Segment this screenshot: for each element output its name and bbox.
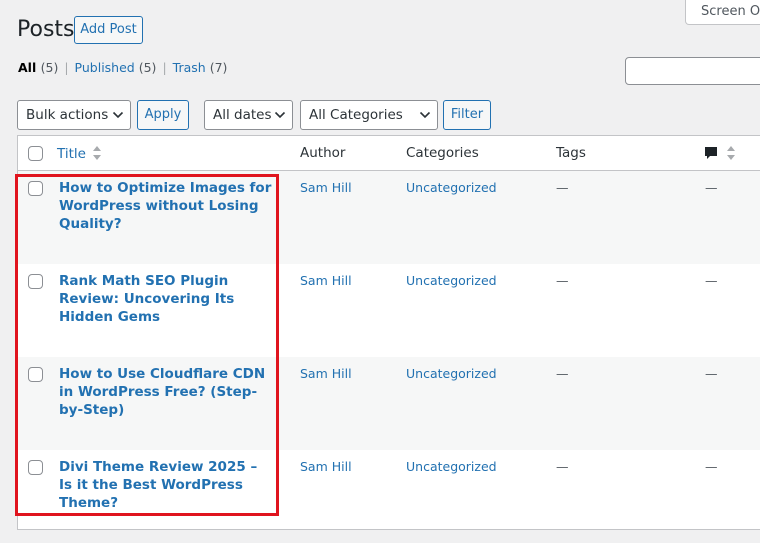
row-checkbox[interactable] [28, 460, 43, 475]
category-link[interactable]: Uncategorized [406, 179, 497, 197]
views-separator: | [162, 60, 167, 75]
sort-icon [93, 146, 102, 160]
categories-filter-select[interactable]: All Categories [300, 100, 438, 130]
filter-button[interactable]: Filter [443, 100, 491, 130]
posts-table: Title Author Categories Tags How to Opti… [17, 135, 760, 530]
tags-value: — [556, 366, 569, 381]
sort-icon [727, 146, 735, 160]
comments-value: — [705, 273, 718, 288]
view-published-link[interactable]: Published (5) [75, 60, 157, 75]
tags-value: — [556, 459, 569, 474]
post-status-views: All (5) | Published (5) | Trash (7) [18, 60, 227, 75]
table-row: Rank Math SEO Plugin Review: Uncovering … [18, 264, 760, 357]
views-separator: | [64, 60, 69, 75]
title-column-header[interactable]: Title [57, 145, 102, 162]
post-title-link[interactable]: How to Use Cloudflare CDN in WordPress F… [59, 365, 274, 419]
row-checkbox[interactable] [28, 181, 43, 196]
comments-column-header[interactable] [704, 145, 738, 163]
author-link[interactable]: Sam Hill [300, 272, 352, 290]
comments-value: — [705, 459, 718, 474]
table-row: Divi Theme Review 2025 – Is it the Best … [18, 450, 760, 543]
chevron-down-icon [112, 111, 124, 119]
category-link[interactable]: Uncategorized [406, 365, 497, 383]
row-checkbox[interactable] [28, 274, 43, 289]
dates-filter-select[interactable]: All dates [204, 100, 293, 130]
author-link[interactable]: Sam Hill [300, 179, 352, 197]
add-post-button[interactable]: Add Post [74, 16, 143, 44]
table-row: How to Optimize Images for WordPress wit… [18, 171, 760, 264]
post-title-link[interactable]: How to Optimize Images for WordPress wit… [59, 179, 274, 233]
select-all-checkbox[interactable] [28, 146, 43, 161]
page-title: Posts [17, 17, 75, 42]
row-checkbox[interactable] [28, 367, 43, 382]
table-header: Title Author Categories Tags [18, 136, 760, 171]
post-title-link[interactable]: Divi Theme Review 2025 – Is it the Best … [59, 458, 274, 512]
tags-column-header: Tags [556, 145, 586, 161]
author-column-header: Author [300, 145, 346, 161]
comments-value: — [705, 180, 718, 195]
author-link[interactable]: Sam Hill [300, 458, 352, 476]
table-row: How to Use Cloudflare CDN in WordPress F… [18, 357, 760, 450]
view-trash-link[interactable]: Trash (7) [173, 60, 228, 75]
view-all-link[interactable]: All (5) [18, 60, 58, 75]
author-link[interactable]: Sam Hill [300, 365, 352, 383]
comment-bubble-icon [705, 147, 717, 159]
search-posts-input[interactable] [625, 57, 760, 85]
chevron-down-icon [274, 111, 286, 119]
comments-value: — [705, 366, 718, 381]
apply-button[interactable]: Apply [137, 100, 189, 130]
tags-value: — [556, 180, 569, 195]
categories-column-header: Categories [406, 145, 479, 161]
bulk-actions-select[interactable]: Bulk actions [17, 100, 131, 130]
tags-value: — [556, 273, 569, 288]
chevron-down-icon [419, 111, 431, 119]
category-link[interactable]: Uncategorized [406, 458, 497, 476]
post-title-link[interactable]: Rank Math SEO Plugin Review: Uncovering … [59, 272, 274, 326]
category-link[interactable]: Uncategorized [406, 272, 497, 290]
screen-options-tab[interactable]: Screen Options [685, 0, 760, 25]
